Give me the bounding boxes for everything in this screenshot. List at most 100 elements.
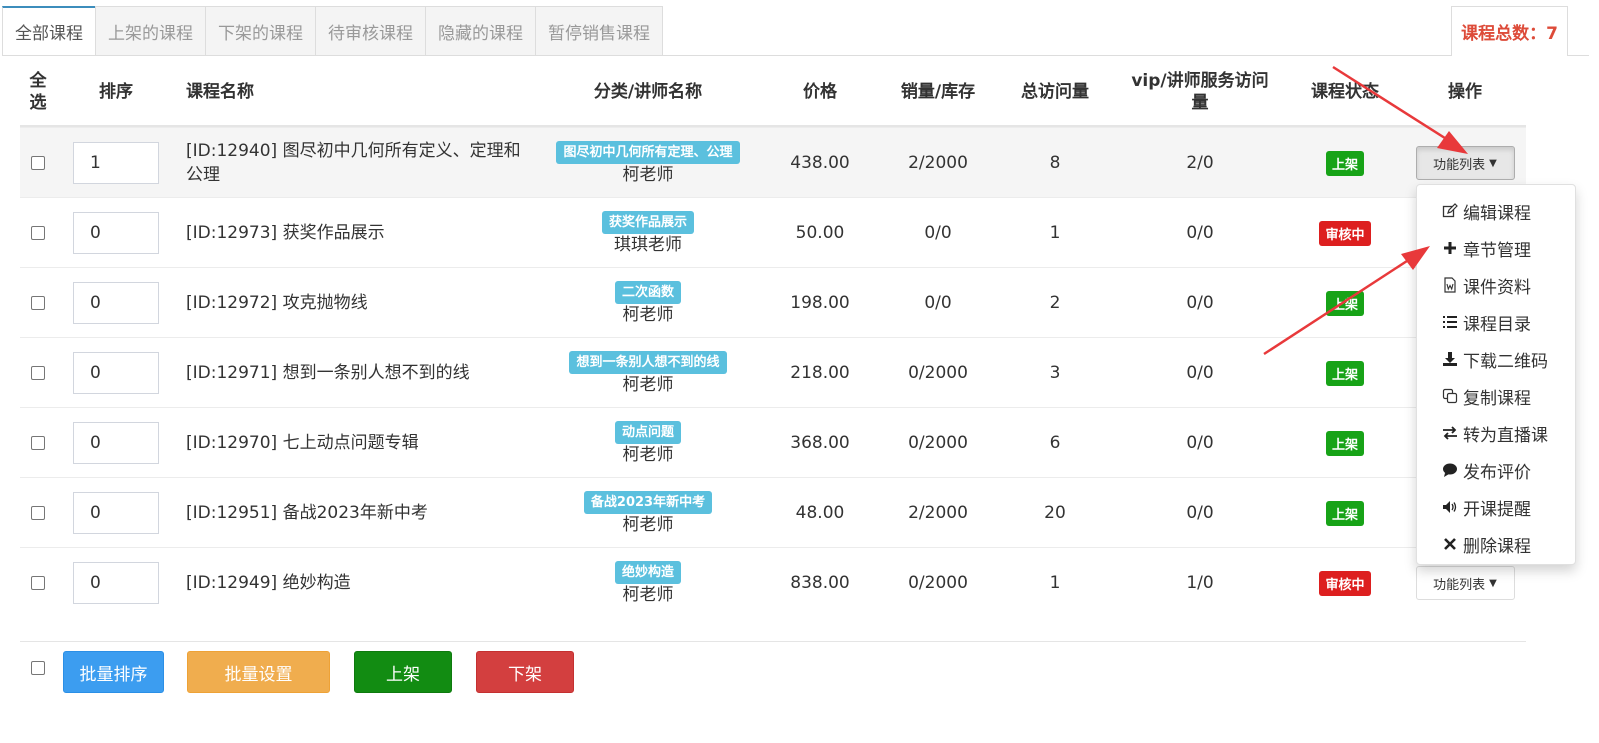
bulk-actions-bar: 批量排序 批量设置 上架 下架 bbox=[20, 651, 1526, 693]
table-row: 0 [ID:12971] 想到一条别人想不到的线 想到一条别人想不到的线 柯老师 218… bbox=[20, 337, 1526, 407]
on-shelf-button[interactable]: 上架 bbox=[354, 651, 452, 693]
price-cell: 838.00 bbox=[790, 573, 850, 593]
course-name: [ID:12951] 备战2023年新中考 bbox=[186, 503, 428, 523]
row-select-cell bbox=[31, 408, 51, 478]
function-list-dropdown: 编辑课程 章节管理 课件资料 课程目录 下载二维码 复制课程 转为直播课 发布评… bbox=[1416, 184, 1576, 565]
sort-order-input[interactable]: 1 bbox=[73, 142, 159, 184]
bulk-select-all-checkbox[interactable] bbox=[31, 661, 45, 675]
menu-item-courseware[interactable]: 课件资料 bbox=[1417, 268, 1577, 302]
sort-order-input[interactable]: 0 bbox=[73, 492, 159, 534]
tab-hidden-courses[interactable]: 隐藏的课程 bbox=[425, 6, 535, 56]
sort-cell: 0 bbox=[73, 198, 163, 268]
copy-icon bbox=[1441, 387, 1459, 405]
tab-pending-review-courses[interactable]: 待审核课程 bbox=[315, 6, 425, 56]
status-badge: 上架 bbox=[1325, 430, 1364, 456]
category-tag: 获奖作品展示 bbox=[601, 210, 694, 234]
row-checkbox[interactable] bbox=[31, 156, 45, 170]
header-sales-stock: 销量/库存 bbox=[900, 81, 976, 102]
status-badge: 上架 bbox=[1325, 290, 1364, 316]
status-cell: 审核中 bbox=[1295, 198, 1395, 268]
menu-item-post-review[interactable]: 发布评价 bbox=[1417, 453, 1577, 487]
tab-all-courses[interactable]: 全部课程 bbox=[2, 6, 95, 56]
menu-item-copy-course[interactable]: 复制课程 bbox=[1417, 379, 1577, 413]
category-tag: 备战2023年新中考 bbox=[583, 490, 713, 514]
sort-order-input[interactable]: 0 bbox=[73, 212, 159, 254]
teacher-name: 柯老师 bbox=[622, 514, 674, 535]
menu-item-convert-to-live[interactable]: 转为直播课 bbox=[1417, 416, 1577, 450]
table-row: 0 [ID:12949] 绝妙构造 绝妙构造 柯老师 838.00 0/2000 1 1/0 审… bbox=[20, 547, 1526, 617]
off-shelf-button[interactable]: 下架 bbox=[476, 651, 574, 693]
price-cell: 368.00 bbox=[790, 433, 850, 453]
batch-settings-button[interactable]: 批量设置 bbox=[187, 651, 330, 693]
row-select-cell bbox=[31, 268, 51, 338]
course-name: [ID:12971] 想到一条别人想不到的线 bbox=[186, 363, 470, 383]
price-cell: 438.00 bbox=[790, 153, 850, 173]
table-row: 0 [ID:12970] 七上动点问题专辑 动点问题 柯老师 368.00 0/2000 6… bbox=[20, 407, 1526, 477]
tab-on-shelf-courses[interactable]: 上架的课程 bbox=[95, 6, 205, 56]
row-checkbox[interactable] bbox=[31, 366, 45, 380]
total-visits-cell: 3 bbox=[1049, 363, 1061, 383]
tab-paused-sale-courses[interactable]: 暂停销售课程 bbox=[535, 6, 663, 56]
header-actions: 操作 bbox=[1448, 81, 1482, 102]
header-sort: 排序 bbox=[99, 81, 133, 102]
tab-off-shelf-courses[interactable]: 下架的课程 bbox=[205, 6, 315, 56]
row-checkbox[interactable] bbox=[31, 436, 45, 450]
course-name: [ID:12970] 七上动点问题专辑 bbox=[186, 433, 419, 453]
header-select-all-label: 全选 bbox=[29, 70, 47, 113]
category-tag: 图尽初中几何所有定理、公理 bbox=[556, 140, 740, 164]
plus-icon bbox=[1441, 239, 1459, 257]
vip-visits-cell: 0/0 bbox=[1186, 503, 1214, 523]
row-select-cell bbox=[31, 548, 51, 618]
course-total-count: 课程总数：7 bbox=[1451, 6, 1568, 56]
menu-item-label: 下载二维码 bbox=[1463, 351, 1548, 372]
close-icon bbox=[1441, 535, 1459, 553]
teacher-name: 柯老师 bbox=[622, 304, 674, 325]
batch-sort-button[interactable]: 批量排序 bbox=[63, 651, 164, 693]
sort-cell: 0 bbox=[73, 408, 163, 478]
menu-item-course-catalog[interactable]: 课程目录 bbox=[1417, 305, 1577, 339]
status-cell: 上架 bbox=[1295, 268, 1395, 338]
row-checkbox[interactable] bbox=[31, 506, 45, 520]
sales-stock-cell: 2/2000 bbox=[908, 503, 968, 523]
sort-order-input[interactable]: 0 bbox=[73, 352, 159, 394]
total-visits-cell: 1 bbox=[1049, 573, 1061, 593]
status-badge: 审核中 bbox=[1319, 220, 1371, 246]
sort-order-input[interactable]: 0 bbox=[73, 562, 159, 604]
course-table: 全选 排序 课程名称 分类/讲师名称 价格 销量/库存 总访问量 vip/讲师服… bbox=[20, 56, 1526, 617]
function-list-button[interactable]: 功能列表 ▼ bbox=[1415, 146, 1515, 180]
menu-item-download-qrcode[interactable]: 下载二维码 bbox=[1417, 342, 1577, 376]
edit-icon bbox=[1441, 202, 1459, 220]
row-checkbox[interactable] bbox=[31, 576, 45, 590]
status-badge: 审核中 bbox=[1319, 570, 1371, 596]
menu-item-chapter-management[interactable]: 章节管理 bbox=[1417, 231, 1577, 265]
menu-item-edit-course[interactable]: 编辑课程 bbox=[1417, 194, 1577, 228]
status-badge: 上架 bbox=[1325, 500, 1364, 526]
function-list-button[interactable]: 功能列表 ▼ bbox=[1415, 566, 1515, 600]
menu-item-label: 转为直播课 bbox=[1463, 425, 1548, 446]
function-list-label: 功能列表 bbox=[1433, 157, 1486, 173]
row-select-cell bbox=[31, 338, 51, 408]
vip-visits-cell: 0/0 bbox=[1186, 223, 1214, 243]
sales-stock-cell: 0/2000 bbox=[908, 573, 968, 593]
menu-item-delete-course[interactable]: 删除课程 bbox=[1417, 527, 1577, 561]
row-checkbox[interactable] bbox=[31, 296, 45, 310]
sort-order-input[interactable]: 0 bbox=[73, 282, 159, 324]
menu-item-label: 课程目录 bbox=[1463, 314, 1531, 335]
vip-visits-cell: 2/0 bbox=[1186, 153, 1214, 173]
menu-item-label: 编辑课程 bbox=[1463, 203, 1531, 224]
sales-stock-cell: 0/0 bbox=[924, 293, 952, 313]
row-checkbox[interactable] bbox=[31, 226, 45, 240]
sort-cell: 1 bbox=[73, 128, 163, 198]
teacher-name: 柯老师 bbox=[622, 444, 674, 465]
category-cell: 二次函数 柯老师 bbox=[538, 268, 758, 338]
menu-item-class-reminder[interactable]: 开课提醒 bbox=[1417, 490, 1577, 524]
sales-stock-cell: 0/0 bbox=[924, 223, 952, 243]
vip-visits-cell: 0/0 bbox=[1186, 363, 1214, 383]
sort-cell: 0 bbox=[73, 478, 163, 548]
table-row: 1 [ID:12940] 图尽初中几何所有定义、定理和公理 图尽初中几何所有定理、公… bbox=[20, 127, 1526, 197]
category-cell: 备战2023年新中考 柯老师 bbox=[538, 478, 758, 548]
status-cell: 上架 bbox=[1295, 478, 1395, 548]
sort-order-input[interactable]: 0 bbox=[73, 422, 159, 464]
category-cell: 动点问题 柯老师 bbox=[538, 408, 758, 478]
course-tabs: 全部课程 上架的课程 下架的课程 待审核课程 隐藏的课程 暂停销售课程 bbox=[2, 6, 663, 56]
